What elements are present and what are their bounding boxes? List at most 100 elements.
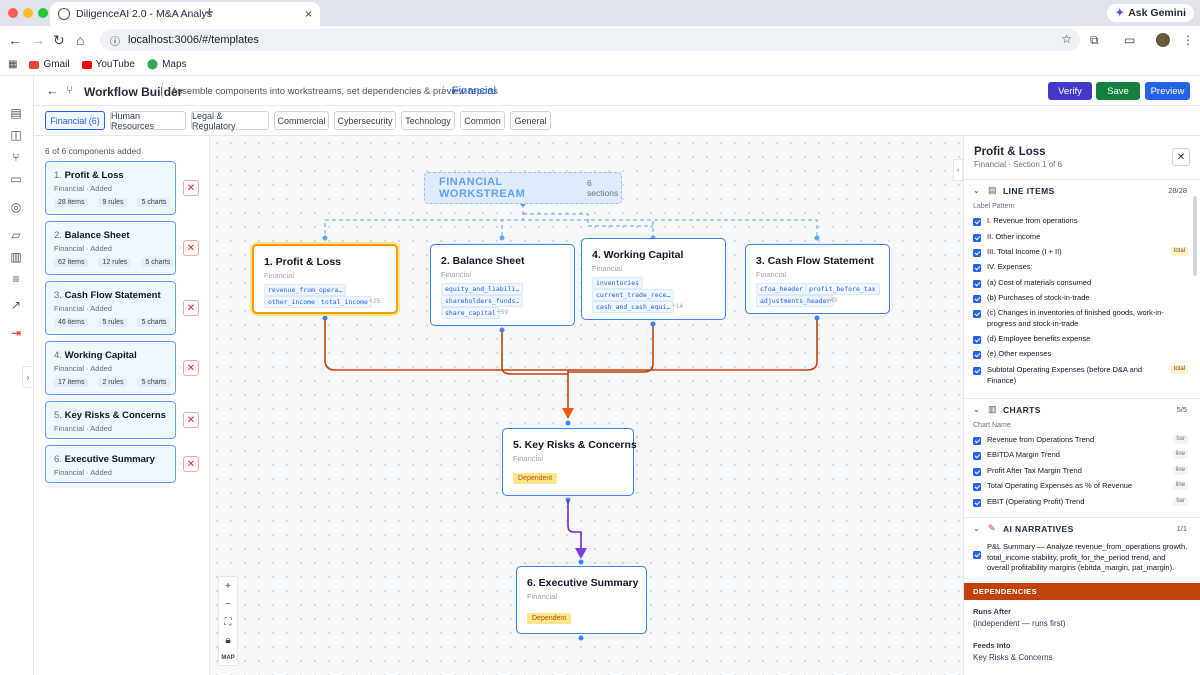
verify-button[interactable]: Verify [1048,82,1092,100]
remove-component-button[interactable]: ✕ [183,456,199,472]
line-item-row[interactable]: (e) Other expenses [973,349,1188,360]
checkbox[interactable] [973,336,981,344]
chart-row[interactable]: EBITDA Margin Trend line [973,450,1188,461]
home-icon[interactable]: ⌂ [76,32,84,48]
minimize-window-button[interactable] [23,8,33,18]
remove-component-button[interactable]: ✕ [183,360,199,376]
ask-gemini-button[interactable]: ✦ Ask Gemini [1107,4,1194,22]
line-item-row[interactable]: (c) Changes in inventories of finished g… [973,308,1188,329]
chart-row[interactable]: Profit After Tax Margin Trend line [973,466,1188,477]
checkbox[interactable] [973,249,981,257]
folder-icon[interactable]: ▱ [9,228,23,242]
new-tab-icon[interactable]: + [205,4,214,21]
lock-icon[interactable]: 🔒︎ [219,631,237,649]
maximize-window-button[interactable] [38,8,48,18]
checkbox[interactable] [973,295,981,303]
workflow-icon[interactable]: ⑂ [9,150,23,164]
preview-button[interactable]: Preview [1145,82,1190,100]
tab-commercial[interactable]: Commercial [274,111,329,130]
chat-icon[interactable]: ▭ [9,172,23,186]
tab-general[interactable]: General [510,111,551,130]
tab-common[interactable]: Common [460,111,505,130]
node-cash-flow[interactable]: 3. Cash Flow Statement Financial cfoa_he… [745,244,890,314]
reload-icon[interactable]: ↻ [53,32,65,49]
sidepanel-icon[interactable]: ▭ [1124,33,1135,47]
list-item[interactable]: 4. Working Capital Financial · Added 17 … [45,341,176,395]
line-item-row[interactable]: I. Revenue from operations [973,216,1188,227]
bot-icon[interactable]: ◫ [9,128,23,142]
tab-technology[interactable]: Technology [401,111,455,130]
browser-tab[interactable]: DiligenceAI 2.0 - M&A Analys × [50,2,320,26]
checkbox[interactable] [973,310,981,318]
chart-row[interactable]: Revenue from Operations Trend bar [973,435,1188,446]
line-item-row[interactable]: (b) Purchases of stock-in-trade [973,293,1188,304]
list-item[interactable]: 2. Balance Sheet Financial · Added 62 it… [45,221,176,275]
close-window-button[interactable] [8,8,18,18]
tab-legal-regulatory[interactable]: Legal & Regulatory [191,111,269,131]
tab-cybersecurity[interactable]: Cybersecurity [334,111,396,130]
line-item-row[interactable]: II. Other income [973,232,1188,243]
forward-icon[interactable]: → [31,32,45,48]
zoom-out-icon[interactable]: − [219,595,237,613]
list-item[interactable]: 5. Key Risks & Concerns Financial · Adde… [45,401,176,439]
section-ai-narratives[interactable]: ⌄ ✎ AI NARRATIVES 1/1 [964,517,1200,539]
bookmark-star-icon[interactable]: ☆ [1061,32,1072,46]
checkbox[interactable] [973,280,981,288]
node-executive-summary[interactable]: 6. Executive Summary Financial Dependent [516,566,647,634]
node-balance-sheet[interactable]: 2. Balance Sheet Financial equity_and_li… [430,244,575,326]
tab-human-resources[interactable]: Human Resources [110,111,186,131]
list-item[interactable]: 1. Profit & Loss Financial · Added 28 it… [45,161,176,215]
logout-icon[interactable]: ⇥ [9,326,23,340]
checkbox[interactable] [973,499,981,507]
apps-grid-icon[interactable]: ▦ [8,59,17,70]
line-item-row[interactable]: (d) Employee benefits expense [973,334,1188,345]
section-charts[interactable]: ⌄ ▥ CHARTS 5/5 [964,398,1200,420]
workstream-header-node[interactable]: FINANCIAL WORKSTREAM 6 sections [424,172,622,204]
line-item-row[interactable]: (a) Cost of materials consumed [973,278,1188,289]
remove-component-button[interactable]: ✕ [183,300,199,316]
bookmark-youtube[interactable]: YouTube [81,59,135,70]
checkbox[interactable] [973,468,981,476]
bookmark-gmail[interactable]: Gmail [29,59,70,70]
globe-icon[interactable]: ◎ [9,200,23,214]
expand-sidebar-icon[interactable]: › [22,366,34,388]
sliders-icon[interactable]: ≡ [9,272,23,286]
checkbox[interactable] [973,218,981,226]
checkbox[interactable] [973,437,981,445]
remove-component-button[interactable]: ✕ [183,412,199,428]
node-key-risks[interactable]: 5. Key Risks & Concerns Financial Depend… [502,428,637,496]
chart-row[interactable]: Total Operating Expenses as % of Revenue… [973,481,1188,492]
section-line-items[interactable]: ⌄ ▤ LINE ITEMS 28/28 [964,179,1200,201]
bar-chart-icon[interactable]: ▥ [9,250,23,264]
checkbox[interactable] [973,367,981,375]
line-item-row[interactable]: IV. Expenses: [973,262,1188,273]
zoom-in-icon[interactable]: + [219,577,237,595]
tab-close-icon[interactable]: × [305,7,312,21]
profile-avatar[interactable] [1156,33,1170,47]
save-button[interactable]: Save [1096,82,1140,100]
checkbox[interactable] [973,264,981,272]
fit-view-icon[interactable]: ⛶ [219,613,237,631]
narrative-row[interactable]: P&L Summary — Analyze revenue_from_opera… [973,542,1188,574]
panel-scrollbar[interactable] [1193,196,1197,276]
checkbox[interactable] [973,351,981,359]
checkbox[interactable] [973,483,981,491]
trend-icon[interactable]: ↗ [9,298,23,312]
line-item-row[interactable]: III. Total Income (I + II) total [973,247,1188,258]
checkbox[interactable] [973,551,981,559]
back-arrow-icon[interactable]: ← [46,83,59,98]
extensions-icon[interactable]: ⧉ [1090,33,1099,48]
list-item[interactable]: 3. Cash Flow Statement Financial · Added… [45,281,176,335]
remove-component-button[interactable]: ✕ [183,180,199,196]
node-working-capital[interactable]: 4. Working Capital Financial inventories… [581,238,726,320]
site-info-icon[interactable]: ⓘ [110,33,120,48]
tab-financial[interactable]: Financial (6) [45,111,105,130]
checkbox[interactable] [973,234,981,242]
close-panel-button[interactable]: ✕ [1172,148,1190,166]
node-profit-loss[interactable]: 1. Profit & Loss Financial revenue_from_… [252,244,398,314]
line-item-row[interactable]: Subtotal Operating Expenses (before D&A … [973,365,1188,386]
bookmark-maps[interactable]: ⬤ Maps [147,59,187,70]
list-item[interactable]: 6. Executive Summary Financial · Added [45,445,176,483]
breadcrumb-financial[interactable]: Financial [452,85,496,97]
back-icon[interactable]: ← [8,32,22,48]
